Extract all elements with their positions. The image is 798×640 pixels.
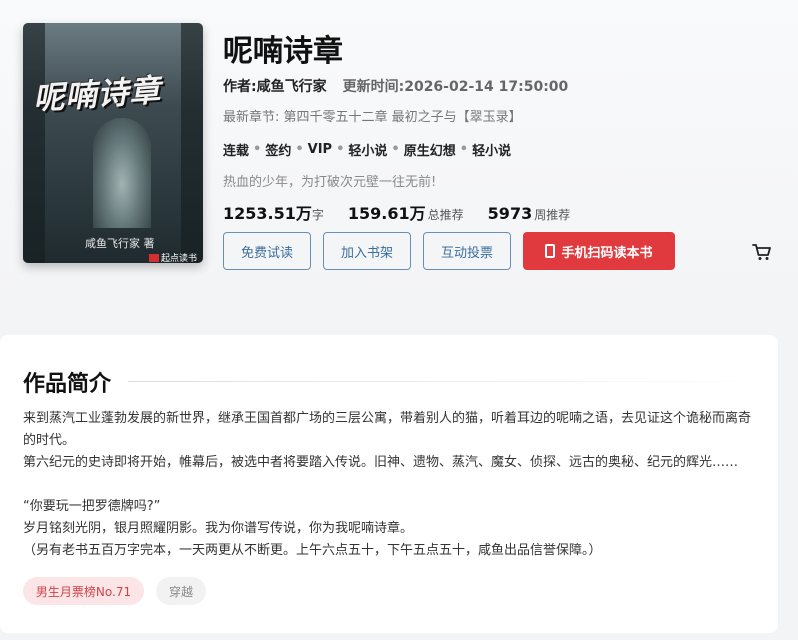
cover-title: 呢喃诗章 (32, 72, 163, 118)
cover-publisher-name: 起点读书 (161, 254, 198, 263)
stat-recommend-value: 159.61万 (347, 204, 426, 223)
stat-words: 1253.51万字 (223, 200, 324, 224)
summary-paragraph: 来到蒸汽工业蓬勃发展的新世界，继承王国首都广场的三层公寓，带着别人的猫，听着耳边… (23, 411, 752, 448)
tag-separator: • (253, 142, 262, 157)
tag-separator: • (336, 142, 345, 157)
stat-weekly-value: 5973 (487, 204, 533, 223)
summary-paragraph: 第六纪元的史诗即将开始，帷幕后，被选中者将要踏入传说。旧神、遗物、蒸汽、魔女、侦… (23, 455, 739, 470)
latest-chapter-link[interactable]: 最新章节: 第四千零五十二章 最初之子与【翠玉录】 (223, 106, 522, 125)
summary-heading: 作品简介 (23, 372, 112, 397)
tag-separator: • (295, 142, 304, 157)
book-meta: 作者:咸鱼飞行家 更新时间:2026-02-14 17:50:00 (223, 76, 568, 96)
summary-divider (128, 381, 768, 382)
cover-publisher: 起点读书 (149, 251, 197, 263)
summary-paragraph: （另有老书五百万字完本，一天两更从不断更。上午六点五十，下午五点五十，咸鱼出品信… (23, 543, 602, 558)
publisher-logo-icon (149, 253, 159, 262)
cover-author: 咸鱼飞行家 著 (85, 237, 155, 250)
add-shelf-button[interactable]: 加入书架 (323, 232, 411, 270)
stat-recommend: 159.61万 总推荐 (348, 200, 464, 224)
cover-buildings-art (23, 23, 203, 263)
genre-badge[interactable]: 穿越 (156, 577, 206, 605)
phone-icon (545, 244, 556, 258)
free-trial-button[interactable]: 免费试读 (223, 232, 311, 270)
book-tagline: 热血的少年，为打破次元壁一往无前! (223, 175, 437, 190)
scan-read-label: 手机扫码读本书 (561, 245, 653, 261)
cart-icon[interactable] (752, 243, 772, 261)
vote-button[interactable]: 互动投票 (423, 232, 511, 270)
tag-separator: • (459, 142, 469, 157)
stat-words-unit: 字 (311, 208, 324, 222)
summary-paragraph: 岁月铭刻光阴，银月照耀阴影。我为你谱写传说，你为我呢喃诗章。 (23, 521, 414, 536)
stat-words-value: 1253.51万 (223, 204, 312, 223)
tag-item: VIP (307, 142, 333, 157)
stat-weekly: 5973 周推荐 (488, 204, 571, 223)
summary-paragraph: “你要玩一把罗德牌吗?” (23, 499, 161, 514)
tag-separator: • (391, 142, 400, 157)
tag-item[interactable]: 原生幻想 (404, 140, 456, 159)
book-cover[interactable]: 呢喃诗章 咸鱼飞行家 著 起点读书 (23, 23, 203, 263)
stat-weekly-label: 周推荐 (534, 208, 571, 222)
author-link[interactable]: 作者:咸鱼飞行家 (223, 76, 327, 96)
tag-item: 签约 (265, 144, 292, 159)
tag-item[interactable]: 轻小说 (472, 140, 511, 159)
book-title: 呢喃诗章 (223, 34, 343, 69)
updated-time: 更新时间:2026-02-14 17:50:00 (342, 79, 569, 95)
book-tags: 连载 • 签约 • VIP • 轻小说 • 原生幻想 • 轻小说 (223, 140, 511, 159)
book-stats: 1253.51万字 159.61万 总推荐 5973 周推荐 (223, 200, 570, 224)
tag-item[interactable]: 轻小说 (348, 140, 387, 159)
tag-item: 连载 (223, 144, 250, 159)
stat-recommend-label: 总推荐 (427, 208, 464, 222)
rank-badge[interactable]: 男生月票榜No.71 (23, 577, 144, 605)
scan-read-button[interactable]: 手机扫码读本书 (523, 232, 675, 270)
